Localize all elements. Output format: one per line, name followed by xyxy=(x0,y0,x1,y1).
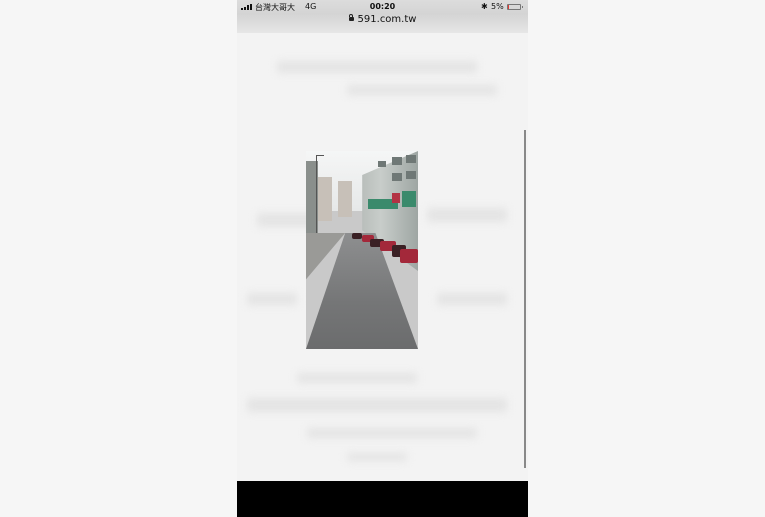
address-bar[interactable]: 591.com.tw xyxy=(237,14,528,33)
blurred-text-block xyxy=(297,373,417,383)
scrollbar[interactable] xyxy=(524,130,526,468)
blurred-text-block xyxy=(437,293,507,305)
street-photo[interactable] xyxy=(306,151,418,349)
blurred-text-block xyxy=(347,85,497,95)
photo-tower xyxy=(338,181,352,217)
photo-scooter xyxy=(352,233,362,239)
blurred-text-block xyxy=(247,398,507,412)
photo-window xyxy=(406,155,416,163)
url-text[interactable]: 591.com.tw xyxy=(358,14,417,25)
photo-window xyxy=(406,171,416,179)
status-bar: 台灣大哥大 4G 00:20 ✱ 5% xyxy=(237,0,528,14)
bottom-bar xyxy=(237,481,528,517)
photo-sign xyxy=(402,191,416,207)
blurred-text-block xyxy=(247,293,297,305)
photo-sign xyxy=(392,193,400,203)
photo-window xyxy=(392,173,402,181)
photo-window xyxy=(378,161,386,167)
bluetooth-icon: ✱ xyxy=(481,2,488,11)
battery-percent: 5% xyxy=(491,2,504,11)
photo-scooter xyxy=(400,249,418,263)
page-content[interactable] xyxy=(237,33,528,481)
battery-level xyxy=(508,5,509,9)
photo-pole-arm xyxy=(316,155,324,156)
blurred-text-block xyxy=(277,61,477,73)
blurred-text-block xyxy=(427,208,507,222)
blurred-text-block xyxy=(347,453,407,461)
photo-pole xyxy=(316,155,317,245)
photo-window xyxy=(392,157,402,165)
phone-screen: 台灣大哥大 4G 00:20 ✱ 5% 591.com.tw xyxy=(237,0,528,517)
blurred-text-block xyxy=(307,428,477,438)
screen: 台灣大哥大 4G 00:20 ✱ 5% 591.com.tw xyxy=(0,0,765,517)
lock-icon xyxy=(348,14,354,21)
battery-icon xyxy=(507,4,523,10)
